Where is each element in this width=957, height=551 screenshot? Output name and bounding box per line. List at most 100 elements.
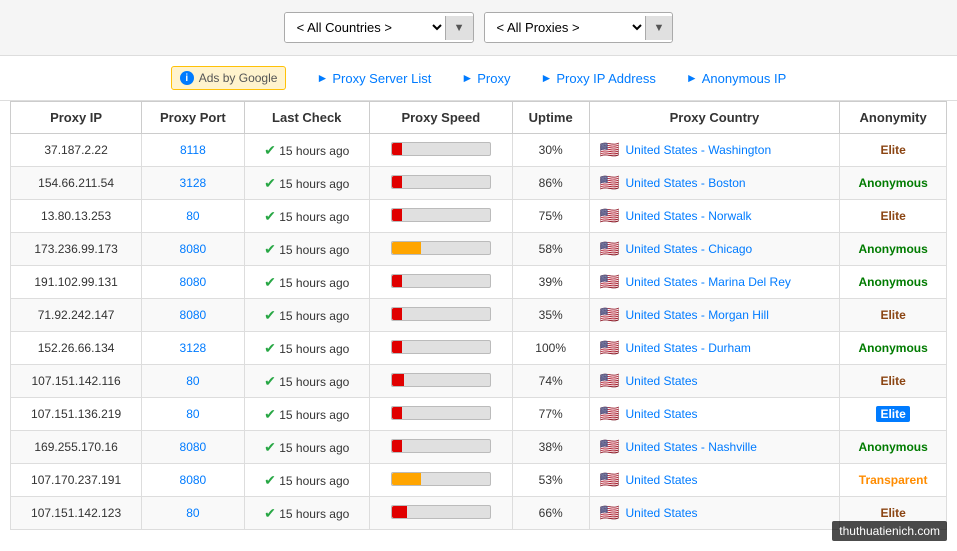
cell-country[interactable]: 🇺🇸United States - Norwalk — [589, 200, 840, 233]
cell-country[interactable]: 🇺🇸United States - Boston — [589, 167, 840, 200]
cell-country[interactable]: 🇺🇸United States — [589, 398, 840, 431]
speed-bar-container — [391, 274, 491, 288]
proxies-select[interactable]: < All Proxies > — [485, 13, 645, 42]
nav-proxy-ip-address[interactable]: ► Proxy IP Address — [540, 71, 655, 86]
anonymity-badge: Elite — [880, 143, 905, 157]
ads-text: Ads by Google — [199, 71, 278, 85]
country-link[interactable]: 🇺🇸United States - Chicago — [600, 239, 830, 259]
cell-country[interactable]: 🇺🇸United States - Washington — [589, 134, 840, 167]
speed-bar-container — [391, 505, 491, 519]
cell-uptime: 77% — [512, 398, 589, 431]
cell-last-check: ✔ 15 hours ago — [244, 398, 369, 431]
cell-last-check: ✔ 15 hours ago — [244, 365, 369, 398]
cell-speed — [369, 266, 512, 299]
cell-port[interactable]: 8080 — [142, 431, 244, 464]
cell-uptime: 30% — [512, 134, 589, 167]
port-link[interactable]: 3128 — [180, 176, 207, 190]
flag-icon: 🇺🇸 — [600, 404, 620, 424]
cell-country[interactable]: 🇺🇸United States - Durham — [589, 332, 840, 365]
cell-anonymity: Elite — [840, 200, 947, 233]
proxies-dropdown-arrow[interactable]: ▼ — [645, 16, 673, 40]
country-link[interactable]: 🇺🇸United States - Washington — [600, 140, 830, 160]
cell-port[interactable]: 80 — [142, 200, 244, 233]
speed-bar-fill — [392, 506, 407, 518]
countries-select[interactable]: < All Countries > — [285, 13, 445, 42]
cell-speed — [369, 431, 512, 464]
table-row: 13.80.13.25380✔ 15 hours ago75%🇺🇸United … — [11, 200, 947, 233]
cell-ip: 107.151.142.123 — [11, 497, 142, 530]
port-link[interactable]: 8080 — [180, 440, 207, 454]
cell-country[interactable]: 🇺🇸United States — [589, 497, 840, 530]
th-proxy-ip: Proxy IP — [11, 102, 142, 134]
cell-port[interactable]: 8080 — [142, 464, 244, 497]
country-link[interactable]: 🇺🇸United States - Marina Del Rey — [600, 272, 830, 292]
cell-port[interactable]: 8080 — [142, 266, 244, 299]
country-link[interactable]: 🇺🇸United States — [600, 404, 830, 424]
countries-dropdown-arrow[interactable]: ▼ — [445, 16, 473, 40]
speed-bar-container — [391, 340, 491, 354]
flag-icon: 🇺🇸 — [600, 173, 620, 193]
speed-bar-fill — [392, 143, 402, 155]
port-link[interactable]: 8080 — [180, 473, 207, 487]
cell-ip: 71.92.242.147 — [11, 299, 142, 332]
cell-uptime: 75% — [512, 200, 589, 233]
check-icon: ✔ — [264, 472, 276, 488]
cell-port[interactable]: 8080 — [142, 233, 244, 266]
cell-ip: 37.187.2.22 — [11, 134, 142, 167]
country-link[interactable]: 🇺🇸United States — [600, 470, 830, 490]
port-link[interactable]: 8118 — [180, 143, 206, 157]
port-link[interactable]: 80 — [186, 407, 199, 421]
cell-speed — [369, 134, 512, 167]
nav-proxy[interactable]: ► Proxy — [461, 71, 510, 86]
flag-icon: 🇺🇸 — [600, 371, 620, 391]
country-link[interactable]: 🇺🇸United States - Durham — [600, 338, 830, 358]
table-row: 71.92.242.1478080✔ 15 hours ago35%🇺🇸Unit… — [11, 299, 947, 332]
nav-proxy-label: Proxy — [477, 71, 510, 86]
port-link[interactable]: 8080 — [180, 275, 207, 289]
port-link[interactable]: 8080 — [180, 308, 207, 322]
country-link[interactable]: 🇺🇸United States - Morgan Hill — [600, 305, 830, 325]
anonymity-badge: Elite — [880, 209, 905, 223]
cell-last-check: ✔ 15 hours ago — [244, 167, 369, 200]
cell-speed — [369, 233, 512, 266]
cell-port[interactable]: 3128 — [142, 332, 244, 365]
cell-anonymity: Elite — [840, 365, 947, 398]
main-table-wrapper: Proxy IP Proxy Port Last Check Proxy Spe… — [0, 101, 957, 540]
cell-port[interactable]: 80 — [142, 398, 244, 431]
port-link[interactable]: 80 — [186, 506, 199, 520]
country-link[interactable]: 🇺🇸United States — [600, 503, 830, 523]
nav-anonymous-ip[interactable]: ► Anonymous IP — [686, 71, 786, 86]
flag-icon: 🇺🇸 — [600, 206, 620, 226]
port-link[interactable]: 3128 — [180, 341, 207, 355]
check-icon: ✔ — [264, 307, 276, 323]
port-link[interactable]: 80 — [186, 374, 199, 388]
cell-country[interactable]: 🇺🇸United States — [589, 365, 840, 398]
country-link[interactable]: 🇺🇸United States — [600, 371, 830, 391]
cell-country[interactable]: 🇺🇸United States - Chicago — [589, 233, 840, 266]
cell-port[interactable]: 8080 — [142, 299, 244, 332]
cell-port[interactable]: 3128 — [142, 167, 244, 200]
cell-country[interactable]: 🇺🇸United States - Marina Del Rey — [589, 266, 840, 299]
port-link[interactable]: 8080 — [180, 242, 207, 256]
country-link[interactable]: 🇺🇸United States - Boston — [600, 173, 830, 193]
country-link[interactable]: 🇺🇸United States - Norwalk — [600, 206, 830, 226]
table-row: 173.236.99.1738080✔ 15 hours ago58%🇺🇸Uni… — [11, 233, 947, 266]
cell-uptime: 100% — [512, 332, 589, 365]
countries-dropdown-wrapper[interactable]: < All Countries > ▼ — [284, 12, 474, 43]
country-link[interactable]: 🇺🇸United States - Nashville — [600, 437, 830, 457]
cell-country[interactable]: 🇺🇸United States - Nashville — [589, 431, 840, 464]
nav-proxy-server-list[interactable]: ► Proxy Server List — [316, 71, 431, 86]
cell-speed — [369, 464, 512, 497]
cell-country[interactable]: 🇺🇸United States — [589, 464, 840, 497]
proxy-table: Proxy IP Proxy Port Last Check Proxy Spe… — [10, 101, 947, 530]
cell-port[interactable]: 8118 — [142, 134, 244, 167]
cell-port[interactable]: 80 — [142, 497, 244, 530]
cell-ip: 107.151.142.116 — [11, 365, 142, 398]
cell-country[interactable]: 🇺🇸United States - Morgan Hill — [589, 299, 840, 332]
cell-anonymity: Elite — [840, 497, 947, 530]
table-row: 152.26.66.1343128✔ 15 hours ago100%🇺🇸Uni… — [11, 332, 947, 365]
proxies-dropdown-wrapper[interactable]: < All Proxies > ▼ — [484, 12, 674, 43]
anonymity-badge: Elite — [880, 374, 905, 388]
cell-port[interactable]: 80 — [142, 365, 244, 398]
port-link[interactable]: 80 — [186, 209, 199, 223]
